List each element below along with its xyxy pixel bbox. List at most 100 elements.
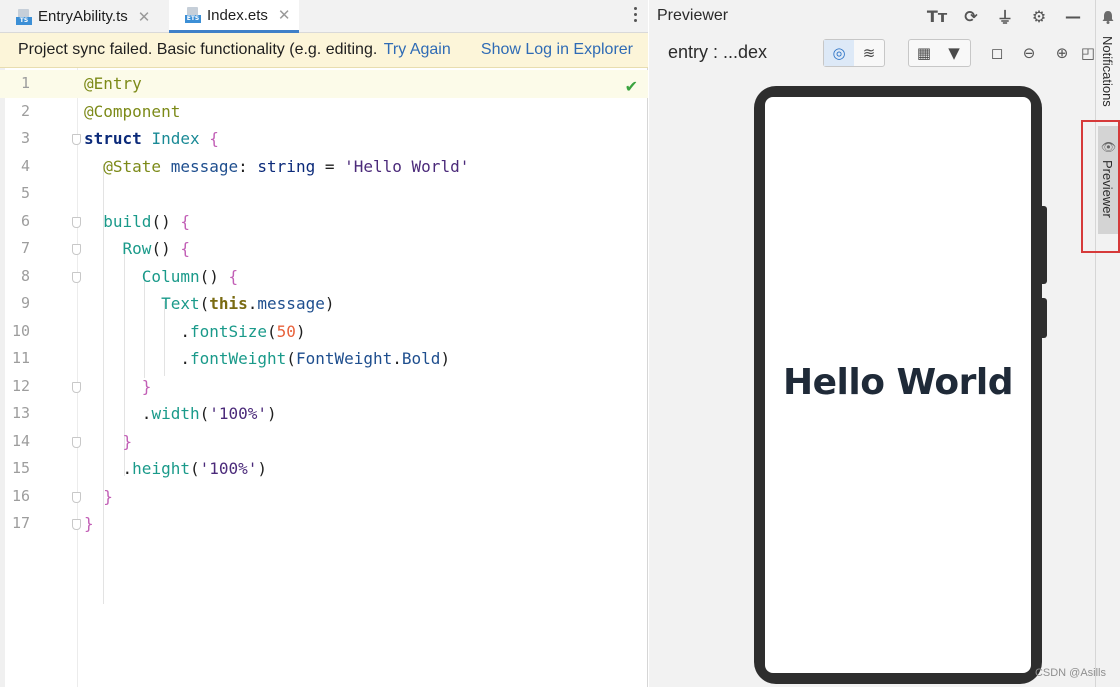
code-line[interactable]: 8 Column() { [0, 263, 648, 291]
tab-entryability[interactable]: TS EntryAbility.ts ✕ [0, 0, 168, 33]
fold-icon[interactable] [72, 244, 81, 255]
zoom-out-icon[interactable]: ⊖ [1019, 43, 1039, 63]
previewer-title: Previewer [657, 7, 729, 24]
line-number: 7 [20, 239, 30, 257]
ets-file-icon: ETS [185, 7, 201, 23]
code-area[interactable]: 1 @Entry ✔ 2 @Component 3 struct Index {… [0, 68, 648, 687]
line-number: 11 [11, 349, 30, 367]
fold-icon[interactable] [72, 134, 81, 145]
device-side-button [1042, 206, 1047, 284]
fold-icon[interactable] [72, 491, 81, 503]
tab-index-ets[interactable]: ETS Index.ets ✕ [169, 0, 299, 33]
device-side-button [1042, 298, 1047, 338]
code-text: @Component [84, 101, 181, 121]
code-text: Text(this.message) [161, 294, 335, 313]
close-icon[interactable]: ✕ [278, 6, 291, 24]
code-line[interactable]: 3 struct Index { [0, 125, 648, 153]
code-text: @Entry [84, 74, 142, 93]
code-line[interactable]: 1 @Entry ✔ [0, 70, 648, 98]
plugin-icon[interactable]: ⏚ [995, 6, 1015, 27]
code-line[interactable]: 16 } [0, 483, 648, 511]
code-text: } [141, 376, 152, 396]
code-text: .height('100%') [84, 459, 268, 478]
crop-icon[interactable]: ◻ [987, 43, 1007, 63]
sync-failed-banner: Project sync failed. Basic functionality… [0, 33, 648, 68]
code-text: } [84, 514, 94, 533]
code-line[interactable]: 12 } [0, 373, 648, 401]
line-number: 10 [11, 321, 30, 340]
fold-icon[interactable] [72, 271, 81, 283]
tab-label: Index.ets [207, 6, 268, 24]
fold-icon[interactable] [72, 381, 81, 393]
line-number: 9 [20, 294, 30, 312]
line-number: 12 [11, 376, 30, 395]
device-frame: Hello World [754, 86, 1047, 684]
fit-screen-icon[interactable]: ◰ [1081, 43, 1095, 63]
device-grid-icon[interactable]: ▦ [909, 40, 939, 66]
font-size-icon[interactable]: Tт [927, 6, 947, 26]
line-number: 5 [20, 184, 30, 202]
minimize-icon[interactable]: — [1063, 6, 1083, 26]
code-line[interactable]: 5 [0, 180, 648, 208]
line-number: 6 [20, 211, 30, 230]
code-line[interactable]: 6 build() { [0, 208, 648, 236]
highlight-box [1081, 120, 1120, 253]
fold-icon[interactable] [72, 216, 81, 228]
line-number: 2 [20, 101, 30, 120]
gear-icon[interactable]: ⚙ [1029, 6, 1049, 26]
tab-label: EntryAbility.ts [38, 8, 128, 25]
code-text: struct Index { [84, 129, 219, 148]
line-number: 15 [11, 459, 30, 477]
fold-icon[interactable] [72, 436, 81, 448]
code-line[interactable]: 13 .width('100%') [0, 400, 648, 428]
line-number: 4 [20, 156, 30, 175]
code-editor: TS EntryAbility.ts ✕ ETS Index.ets ✕ Pro… [0, 0, 648, 687]
code-text: .width('100%') [84, 404, 277, 423]
preview-hello-text: Hello World [782, 362, 1014, 403]
code-text: @State message: string = 'Hello World' [103, 156, 470, 176]
layers-icon[interactable]: ≋ [854, 40, 884, 66]
banner-message: Project sync failed. Basic functionality… [18, 41, 378, 58]
notifications-tab[interactable]: Notifications [1100, 36, 1115, 107]
line-number: 3 [20, 129, 30, 147]
code-line[interactable]: 17 } [0, 510, 648, 538]
line-number: 13 [11, 404, 30, 422]
code-line[interactable]: 7 Row() { [0, 235, 648, 263]
code-line[interactable]: 4 @State message: string = 'Hello World' [0, 153, 648, 181]
code-line[interactable]: 14 } [0, 428, 648, 456]
inspect-toggle-group: ◎ ≋ [823, 39, 885, 67]
code-text: .fontWeight(FontWeight.Bold) [84, 349, 451, 368]
zoom-in-icon[interactable]: ⊕ [1052, 43, 1072, 63]
code-text: } [122, 431, 133, 451]
bell-icon [1102, 11, 1114, 24]
line-number: 14 [11, 431, 30, 450]
line-number: 1 [20, 74, 30, 92]
code-line[interactable]: 10 .fontSize(50) [0, 318, 648, 346]
line-number: 16 [11, 486, 30, 505]
device-screen[interactable]: Hello World [765, 97, 1031, 673]
close-icon[interactable]: ✕ [138, 8, 151, 26]
more-options-icon[interactable] [632, 7, 638, 22]
fold-icon[interactable] [72, 519, 81, 530]
previewer-panel: Previewer Tт ⟳ ⏚ ⚙ — entry : ...dex ◎ ≋ … [649, 0, 1095, 687]
code-text: Column() { [141, 266, 239, 286]
code-text: Row() { [122, 239, 190, 258]
inspector-icon[interactable]: ◎ [824, 40, 854, 66]
code-line[interactable]: 2 @Component [0, 98, 648, 126]
device-select-group[interactable]: ▦ ▼ [908, 39, 971, 67]
previewer-header: Previewer Tт ⟳ ⏚ ⚙ — [649, 0, 1095, 33]
chevron-down-icon[interactable]: ▼ [939, 40, 969, 66]
refresh-icon[interactable]: ⟳ [961, 6, 981, 26]
code-text: build() { [103, 211, 190, 231]
line-number: 17 [11, 514, 30, 532]
line-number: 8 [20, 266, 30, 285]
watermark: CSDN @Asills [1034, 667, 1106, 679]
code-line[interactable]: 11 .fontWeight(FontWeight.Bold) [0, 345, 648, 373]
code-line[interactable]: 9 Text(this.message) [0, 290, 648, 318]
code-line[interactable]: 15 .height('100%') [0, 455, 648, 483]
try-again-link[interactable]: Try Again [384, 41, 451, 58]
inspection-ok-icon[interactable]: ✔ [625, 77, 638, 96]
entry-selector[interactable]: entry : ...dex [668, 42, 767, 63]
editor-tab-bar: TS EntryAbility.ts ✕ ETS Index.ets ✕ [0, 0, 648, 33]
show-log-link[interactable]: Show Log in Explorer [481, 33, 633, 67]
